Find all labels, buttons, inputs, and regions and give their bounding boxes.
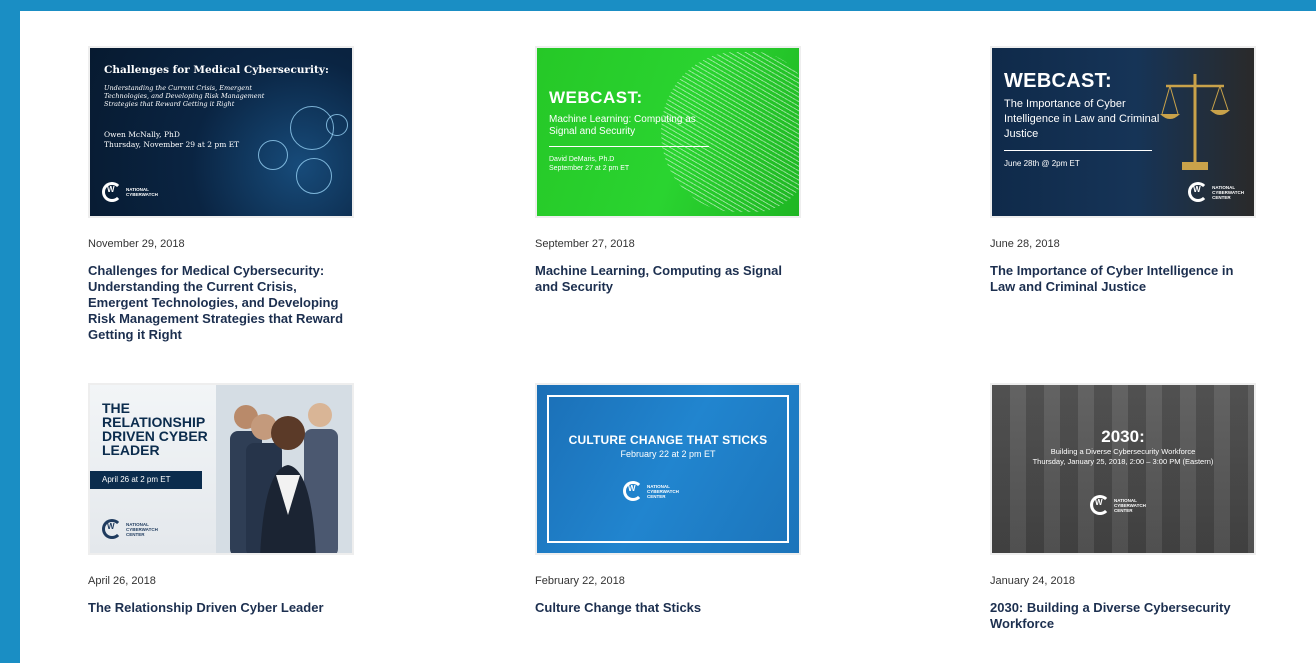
thumbnail-subheading: The Importance of Cyber Intelligence in …	[1004, 98, 1160, 140]
webcast-thumbnail[interactable]: THE RELATIONSHIP DRIVEN CYBER LEADER Apr…	[88, 383, 354, 555]
thumbnail-when: February 22 at 2 pm ET	[620, 449, 716, 459]
digital-face-graphic	[661, 52, 799, 212]
scales-of-justice-icon	[1160, 74, 1230, 170]
business-team-photo	[216, 385, 352, 553]
webcast-title[interactable]: 2030: Building a Diverse Cybersecurity W…	[990, 600, 1256, 632]
webcast-thumbnail[interactable]: 2030: Building a Diverse Cybersecurity W…	[990, 383, 1256, 555]
cyberwatch-logo-icon: NATIONALCYBERWATCH	[102, 182, 158, 202]
webcast-date: September 27, 2018	[535, 238, 635, 250]
webcast-title[interactable]: Culture Change that Sticks	[535, 600, 801, 616]
webcast-thumbnail[interactable]: CULTURE CHANGE THAT STICKS February 22 a…	[535, 383, 801, 555]
divider	[1004, 150, 1152, 151]
crowd-background	[992, 385, 1254, 553]
top-border	[0, 0, 1316, 11]
webcast-date: January 24, 2018	[990, 575, 1076, 587]
webcast-thumbnail[interactable]: Challenges for Medical Cybersecurity: Un…	[88, 46, 354, 218]
medical-icon-ring	[326, 114, 348, 136]
thumbnail-heading: THE RELATIONSHIP DRIVEN CYBER LEADER	[102, 400, 208, 458]
thumbnail-heading: CULTURE CHANGE THAT STICKS	[568, 433, 768, 447]
left-border	[0, 0, 20, 663]
thumbnail-heading: 2030:	[1101, 427, 1145, 446]
cyberwatch-logo-icon: NATIONALCYBERWATCHCENTER	[1090, 495, 1146, 515]
cyberwatch-logo-icon: NATIONALCYBERWATCHCENTER	[102, 519, 158, 539]
webcast-date: April 26, 2018	[88, 575, 156, 587]
webcast-thumbnail[interactable]: WEBCAST: Machine Learning: Computing as …	[535, 46, 801, 218]
medical-icon-ring	[258, 140, 288, 170]
webcast-date: November 29, 2018	[88, 238, 185, 250]
webcast-card[interactable]: THE RELATIONSHIP DRIVEN CYBER LEADER Apr…	[88, 383, 354, 616]
webcast-card[interactable]: Challenges for Medical Cybersecurity: Un…	[88, 46, 354, 343]
webcast-title[interactable]: The Relationship Driven Cyber Leader	[88, 600, 354, 616]
thumbnail-subheading: Understanding the Current Crisis, Emerge…	[104, 84, 265, 108]
webcast-title[interactable]: Machine Learning, Computing as Signal an…	[535, 263, 801, 295]
webcast-date: June 28, 2018	[990, 238, 1060, 250]
medical-icon-ring	[296, 158, 332, 194]
thumbnail-when: Thursday, January 25, 2018, 2:00 – 3:00 …	[1032, 457, 1214, 466]
thumbnail-frame	[547, 395, 789, 543]
cyberwatch-logo-icon: NATIONALCYBERWATCHCENTER	[1188, 182, 1244, 202]
thumbnail-when: April 26 at 2 pm ET	[90, 471, 202, 489]
webcast-date: February 22, 2018	[535, 575, 625, 587]
webcast-card[interactable]: CULTURE CHANGE THAT STICKS February 22 a…	[535, 383, 801, 616]
thumbnail-subheading: Building a Diverse Cybersecurity Workfor…	[1050, 447, 1196, 456]
webcast-card[interactable]: WEBCAST: The Importance of Cyber Intelli…	[990, 46, 1256, 295]
webcast-title[interactable]: Challenges for Medical Cybersecurity: Un…	[88, 263, 354, 343]
thumbnail-heading: Challenges for Medical Cybersecurity:	[104, 64, 329, 76]
webcast-card[interactable]: 2030: Building a Diverse Cybersecurity W…	[990, 383, 1256, 632]
cyberwatch-logo-icon: NATIONALCYBERWATCHCENTER	[623, 481, 679, 501]
webcast-thumbnail[interactable]: WEBCAST: The Importance of Cyber Intelli…	[990, 46, 1256, 218]
webcast-title[interactable]: The Importance of Cyber Intelligence in …	[990, 263, 1256, 295]
webcast-card[interactable]: WEBCAST: Machine Learning: Computing as …	[535, 46, 801, 295]
